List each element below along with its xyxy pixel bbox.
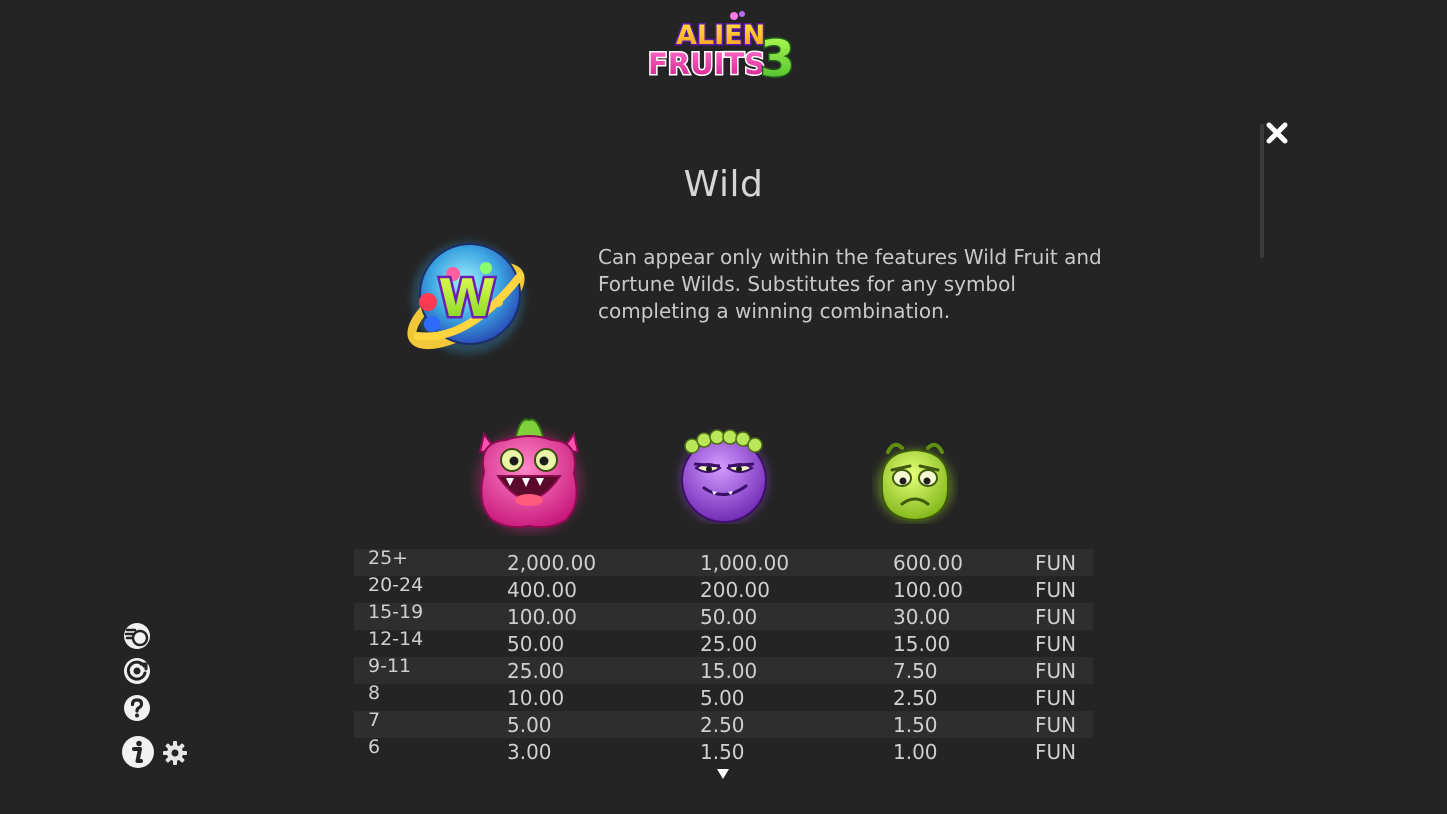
payout-pink: 100.00	[507, 605, 577, 629]
info-icon[interactable]	[120, 734, 156, 770]
green-fruit-icon	[877, 442, 953, 522]
triangle-down-icon[interactable]	[716, 768, 730, 780]
payout-purple: 25.00	[700, 632, 758, 656]
table-row: 7 5.00 2.50 1.50 FUN	[354, 709, 1093, 738]
table-row: 20-24 400.00 200.00 100.00 FUN	[354, 574, 1093, 603]
row-count: 25+	[368, 549, 409, 569]
payout-green: 1.00	[893, 740, 938, 764]
close-icon[interactable]	[1264, 120, 1290, 146]
payout-pink: 2,000.00	[507, 551, 597, 575]
payout-green: 1.50	[893, 713, 938, 737]
row-count: 15-19	[368, 601, 424, 623]
payout-pink: 10.00	[507, 686, 565, 710]
payout-green: 600.00	[893, 551, 963, 575]
payout-pink: 400.00	[507, 578, 577, 602]
currency: FUN	[1035, 632, 1077, 656]
coin-stack-icon[interactable]	[122, 621, 152, 651]
currency: FUN	[1035, 551, 1077, 575]
row-count: 12-14	[368, 628, 424, 650]
currency: FUN	[1035, 686, 1077, 710]
payout-green: 30.00	[893, 605, 951, 629]
payout-purple: 1.50	[700, 740, 745, 764]
table-row: 8 10.00 5.00 2.50 FUN	[354, 682, 1093, 711]
wild-description: Can appear only within the features Wild…	[598, 245, 1102, 323]
payout-purple: 2.50	[700, 713, 745, 737]
pink-fruit-icon	[477, 418, 581, 532]
payout-green: 100.00	[893, 578, 963, 602]
game-logo: ALIEN FRUITS 3	[647, 11, 796, 84]
currency: FUN	[1035, 578, 1077, 602]
payout-green: 15.00	[893, 632, 951, 656]
paytable[interactable]: 25+ 2,000.00 1,000.00 600.00 FUN 20-24 4…	[354, 549, 1093, 765]
payout-purple: 200.00	[700, 578, 770, 602]
paytable-screen: ALIEN FRUITS 3 Wild W Can appear only wi…	[0, 0, 1447, 814]
currency: FUN	[1035, 713, 1077, 737]
wild-letter: W	[438, 269, 495, 329]
row-count: 9-11	[368, 655, 412, 677]
payout-pink: 5.00	[507, 713, 552, 737]
payout-green: 7.50	[893, 659, 938, 683]
currency: FUN	[1035, 659, 1077, 683]
currency: FUN	[1035, 740, 1077, 764]
logo-number: 3	[760, 30, 795, 84]
table-row: 12-14 50.00 25.00 15.00 FUN	[354, 628, 1093, 657]
section-title: Wild	[683, 164, 764, 205]
help-icon[interactable]	[122, 693, 152, 723]
autoplay-icon[interactable]	[122, 656, 152, 686]
row-count: 20-24	[368, 574, 424, 596]
table-row: 25+ 2,000.00 1,000.00 600.00 FUN	[354, 549, 1093, 576]
table-row: 6 3.00 1.50 1.00 FUN	[354, 736, 1093, 765]
currency: FUN	[1035, 605, 1077, 629]
row-count: 8	[368, 682, 381, 704]
table-row: 15-19 100.00 50.00 30.00 FUN	[354, 601, 1093, 630]
table-row: 9-11 25.00 15.00 7.50 FUN	[354, 655, 1093, 684]
payout-green: 2.50	[893, 686, 938, 710]
payout-purple: 5.00	[700, 686, 745, 710]
payout-purple: 1,000.00	[700, 551, 790, 575]
payout-purple: 15.00	[700, 659, 758, 683]
row-count: 5	[368, 763, 380, 765]
row-count: 7	[368, 709, 381, 731]
gear-icon[interactable]	[162, 740, 188, 766]
payout-pink: 25.00	[507, 659, 565, 683]
purple-fruit-icon	[680, 429, 768, 524]
payout-pink: 50.00	[507, 632, 565, 656]
logo-line2: FRUITS	[648, 47, 765, 81]
payout-purple: 50.00	[700, 605, 758, 629]
payout-pink: 3.00	[507, 740, 552, 764]
wild-symbol-icon: W	[407, 242, 525, 354]
row-count: 6	[368, 736, 381, 758]
